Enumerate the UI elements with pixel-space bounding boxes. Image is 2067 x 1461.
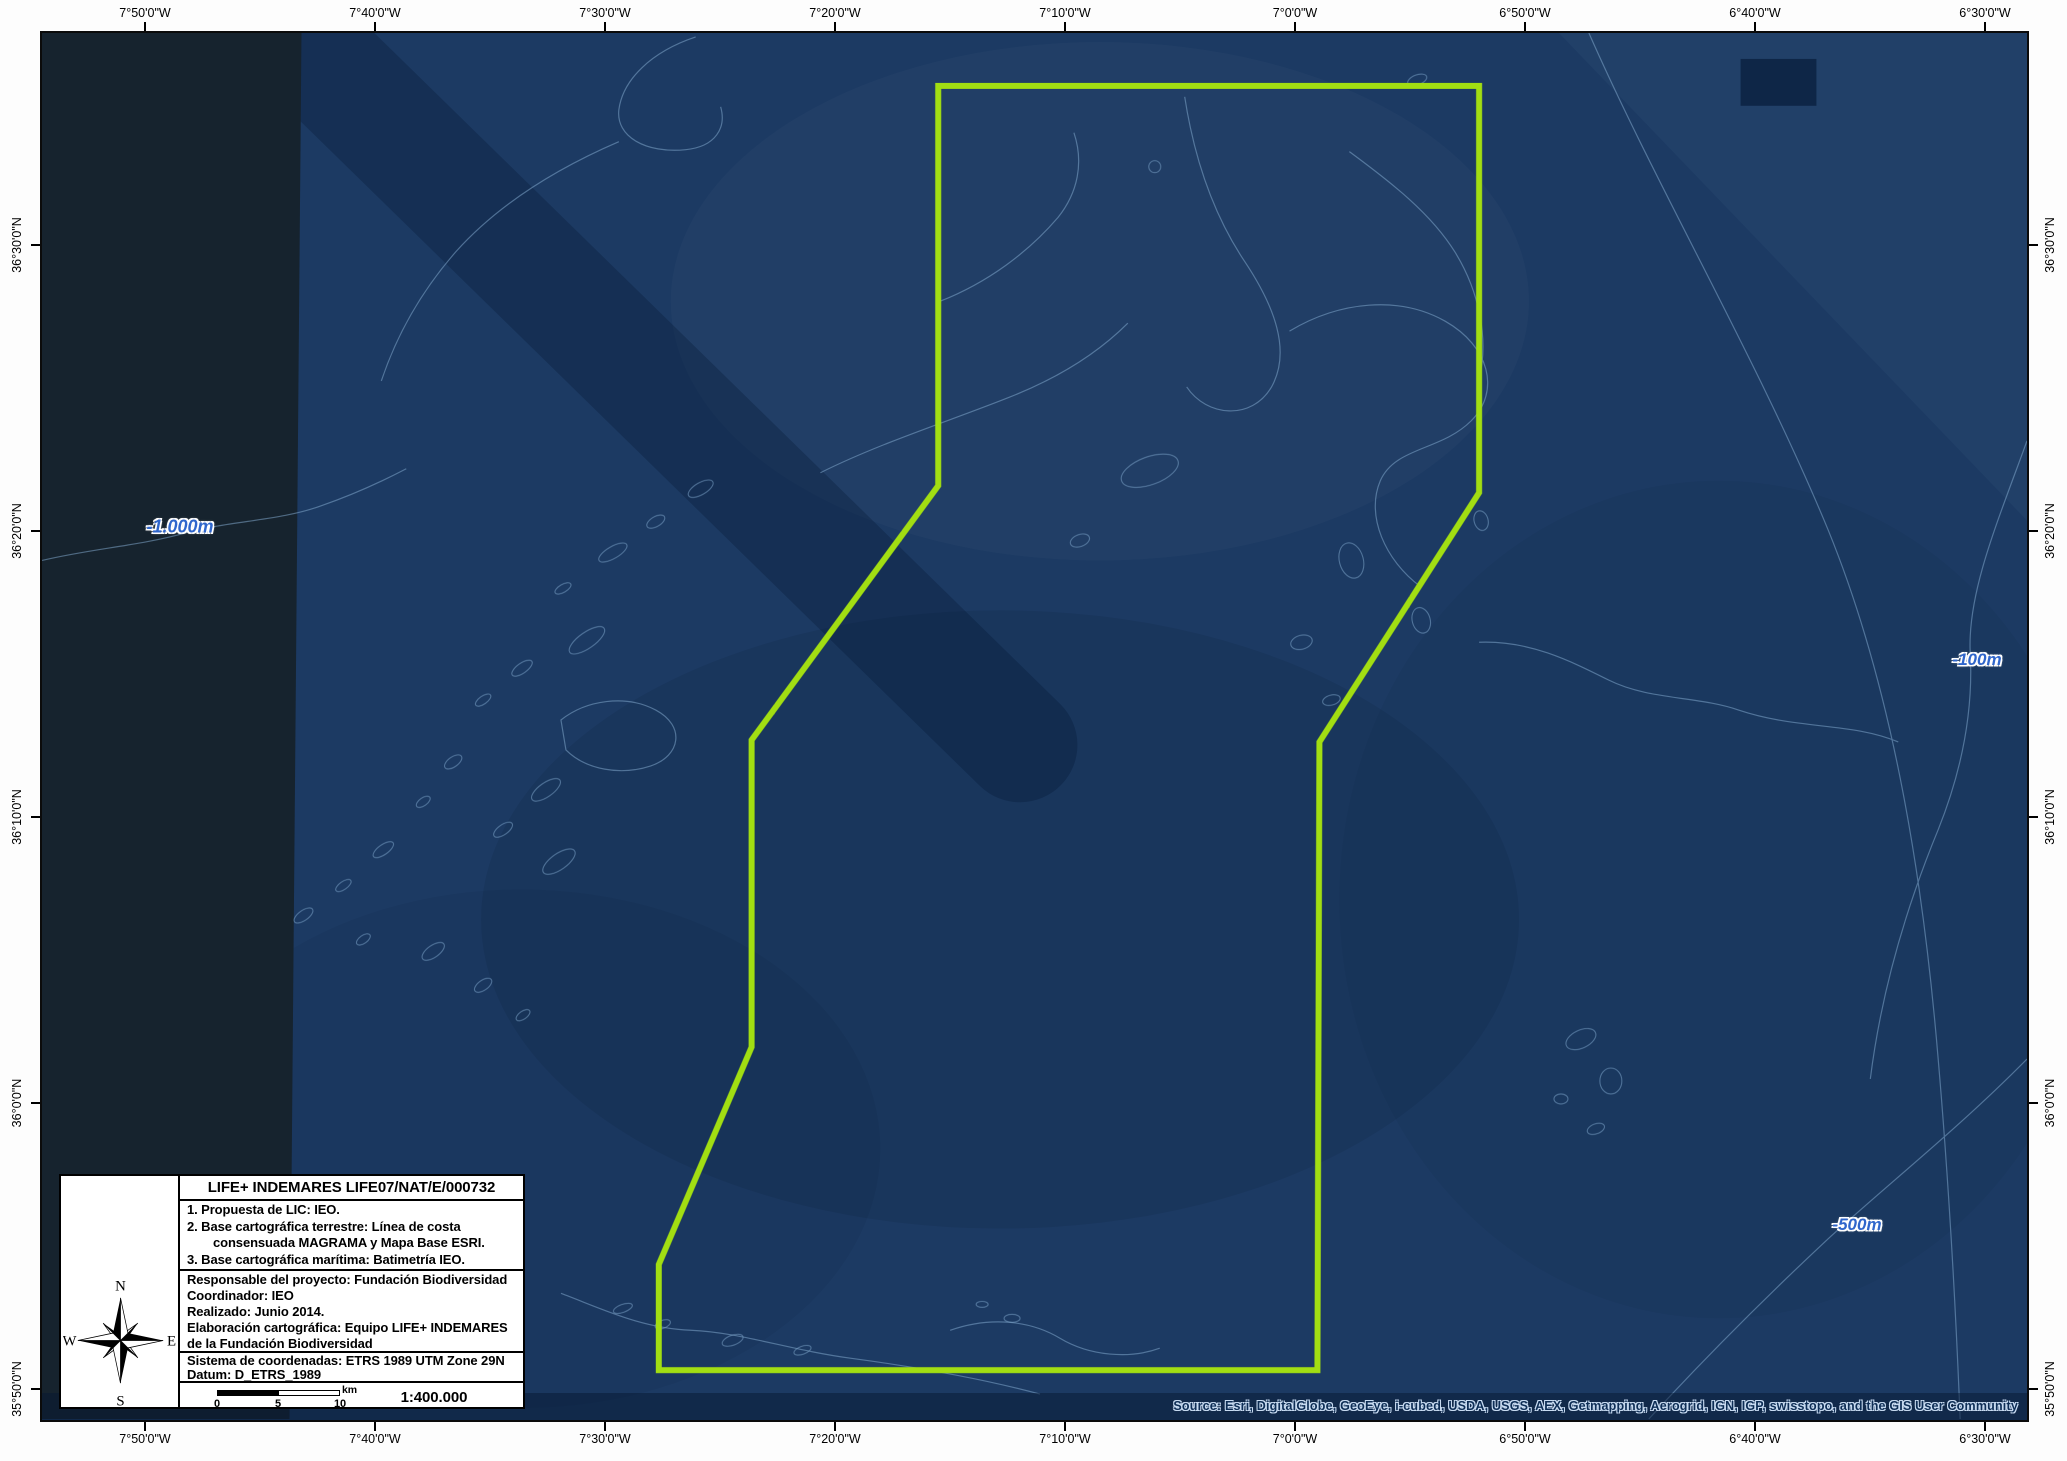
- tick-mark: [374, 22, 376, 31]
- tick-mark: [1064, 22, 1066, 31]
- lat-label-right: 36°30'0"N: [2043, 217, 2057, 273]
- lat-label-right: 35°50'0"N: [2043, 1361, 2057, 1417]
- lon-label-bottom: 7°50'0"W: [119, 1432, 170, 1446]
- tick-mark: [2029, 1388, 2038, 1390]
- tick-mark: [1294, 1422, 1296, 1431]
- compass-north-label: N: [115, 1278, 126, 1294]
- map-info-box: N S E W LIFE+ INDEMARES LIFE07/NAT/E/000…: [59, 1174, 525, 1409]
- lon-label-bottom: 7°30'0"W: [579, 1432, 630, 1446]
- lon-label-top: 7°0'0"W: [1273, 6, 1317, 20]
- tick-mark: [2029, 530, 2038, 532]
- lon-label-top: 7°30'0"W: [579, 6, 630, 20]
- tick-mark: [31, 1388, 40, 1390]
- map-canvas: -1.000m -100m -500m Source: Esri, Digita…: [40, 31, 2029, 1422]
- scale-bar-segment-empty: [278, 1390, 340, 1396]
- lat-label-right: 36°10'0"N: [2043, 789, 2057, 845]
- compass-rose: N S E W: [63, 1268, 178, 1413]
- project-title: LIFE+ INDEMARES LIFE07/NAT/E/000732: [180, 1176, 523, 1199]
- scale-tick-label: 0: [214, 1398, 220, 1410]
- tick-mark: [1754, 22, 1756, 31]
- map-layout-page: 7°50'0"W 7°40'0"W 7°30'0"W 7°20'0"W 7°10…: [0, 0, 2067, 1461]
- source-item-continuation: consensuada MAGRAMA y Mapa Base ESRI.: [187, 1235, 519, 1252]
- tick-mark: [834, 1422, 836, 1431]
- depth-label: -500m: [1832, 1215, 1881, 1235]
- source-item: 1. Propuesta de LIC: IEO.: [187, 1202, 519, 1219]
- tick-mark: [1754, 1422, 1756, 1431]
- compass-star: [78, 1298, 163, 1383]
- depth-label: -100m: [1952, 650, 2001, 670]
- coordinate-system-info: Sistema de coordenadas: ETRS 1989 UTM Zo…: [180, 1351, 523, 1381]
- tick-mark: [1984, 1422, 1986, 1431]
- lon-label-bottom: 6°30'0"W: [1959, 1432, 2010, 1446]
- project-credits: Responsable del proyecto: Fundación Biod…: [180, 1269, 523, 1351]
- lat-label-left: 35°50'0"N: [10, 1361, 24, 1417]
- source-item: 2. Base cartográfica terrestre: Línea de…: [187, 1219, 519, 1236]
- lon-label-bottom: 6°50'0"W: [1499, 1432, 1550, 1446]
- compass-south-label: S: [116, 1393, 124, 1409]
- credit-line: Elaboración cartográfica: Equipo LIFE+ I…: [187, 1320, 519, 1336]
- lon-label-top: 6°50'0"W: [1499, 6, 1550, 20]
- tick-mark: [834, 22, 836, 31]
- tick-mark: [604, 22, 606, 31]
- compass-cell: N S E W: [61, 1176, 180, 1407]
- credit-line: Responsable del proyecto: Fundación Biod…: [187, 1272, 519, 1288]
- lat-label-left: 36°20'0"N: [10, 503, 24, 559]
- tick-mark: [144, 1422, 146, 1431]
- tick-mark: [1984, 22, 1986, 31]
- lon-label-top: 7°20'0"W: [809, 6, 860, 20]
- data-sources-list: 1. Propuesta de LIC: IEO. 2. Base cartog…: [180, 1199, 523, 1269]
- lat-label-left: 36°30'0"N: [10, 217, 24, 273]
- tick-mark: [2029, 244, 2038, 246]
- tick-mark: [31, 816, 40, 818]
- tick-mark: [31, 1102, 40, 1104]
- lon-label-top: 7°40'0"W: [349, 6, 400, 20]
- lon-label-top: 7°10'0"W: [1039, 6, 1090, 20]
- scale-ratio: 1:400.000: [401, 1389, 468, 1406]
- scale-bar-segment-filled: [217, 1390, 279, 1396]
- scale-unit-label: km: [342, 1384, 357, 1396]
- credit-line: Coordinador: IEO: [187, 1288, 519, 1304]
- scale-bar-row: 0 5 10 km 1:400.000: [180, 1381, 523, 1411]
- lat-label-right: 36°20'0"N: [2043, 503, 2057, 559]
- tick-mark: [144, 22, 146, 31]
- tick-mark: [604, 1422, 606, 1431]
- compass-east-label: E: [167, 1334, 176, 1350]
- tick-mark: [31, 244, 40, 246]
- lon-label-bottom: 7°20'0"W: [809, 1432, 860, 1446]
- tick-mark: [1524, 1422, 1526, 1431]
- lon-label-top: 6°40'0"W: [1729, 6, 1780, 20]
- info-box-content: LIFE+ INDEMARES LIFE07/NAT/E/000732 1. P…: [180, 1176, 523, 1407]
- tick-mark: [374, 1422, 376, 1431]
- lon-label-top: 6°30'0"W: [1959, 6, 2010, 20]
- lon-label-bottom: 7°10'0"W: [1039, 1432, 1090, 1446]
- source-item: 3. Base cartográfica marítima: Batimetrí…: [187, 1252, 519, 1269]
- tick-mark: [1064, 1422, 1066, 1431]
- lat-label-right: 36°0'0"N: [2043, 1079, 2057, 1128]
- imagery-dark-patch: [1741, 59, 1817, 106]
- lon-label-bottom: 6°40'0"W: [1729, 1432, 1780, 1446]
- tick-mark: [2029, 1102, 2038, 1104]
- tick-mark: [1294, 22, 1296, 31]
- lat-label-left: 36°10'0"N: [10, 789, 24, 845]
- credit-line: Realizado: Junio 2014.: [187, 1304, 519, 1320]
- scale-tick-label: 10: [334, 1398, 346, 1410]
- coordinate-system-line: Sistema de coordenadas: ETRS 1989 UTM Zo…: [187, 1354, 519, 1368]
- lat-label-left: 36°0'0"N: [10, 1079, 24, 1128]
- tick-mark: [31, 530, 40, 532]
- tick-mark: [2029, 816, 2038, 818]
- compass-west-label: W: [63, 1334, 76, 1350]
- lon-label-bottom: 7°40'0"W: [349, 1432, 400, 1446]
- scale-tick-label: 5: [275, 1398, 281, 1410]
- lon-label-top: 7°50'0"W: [119, 6, 170, 20]
- tick-mark: [1524, 22, 1526, 31]
- depth-label: -1.000m: [146, 517, 213, 538]
- lon-label-bottom: 7°0'0"W: [1273, 1432, 1317, 1446]
